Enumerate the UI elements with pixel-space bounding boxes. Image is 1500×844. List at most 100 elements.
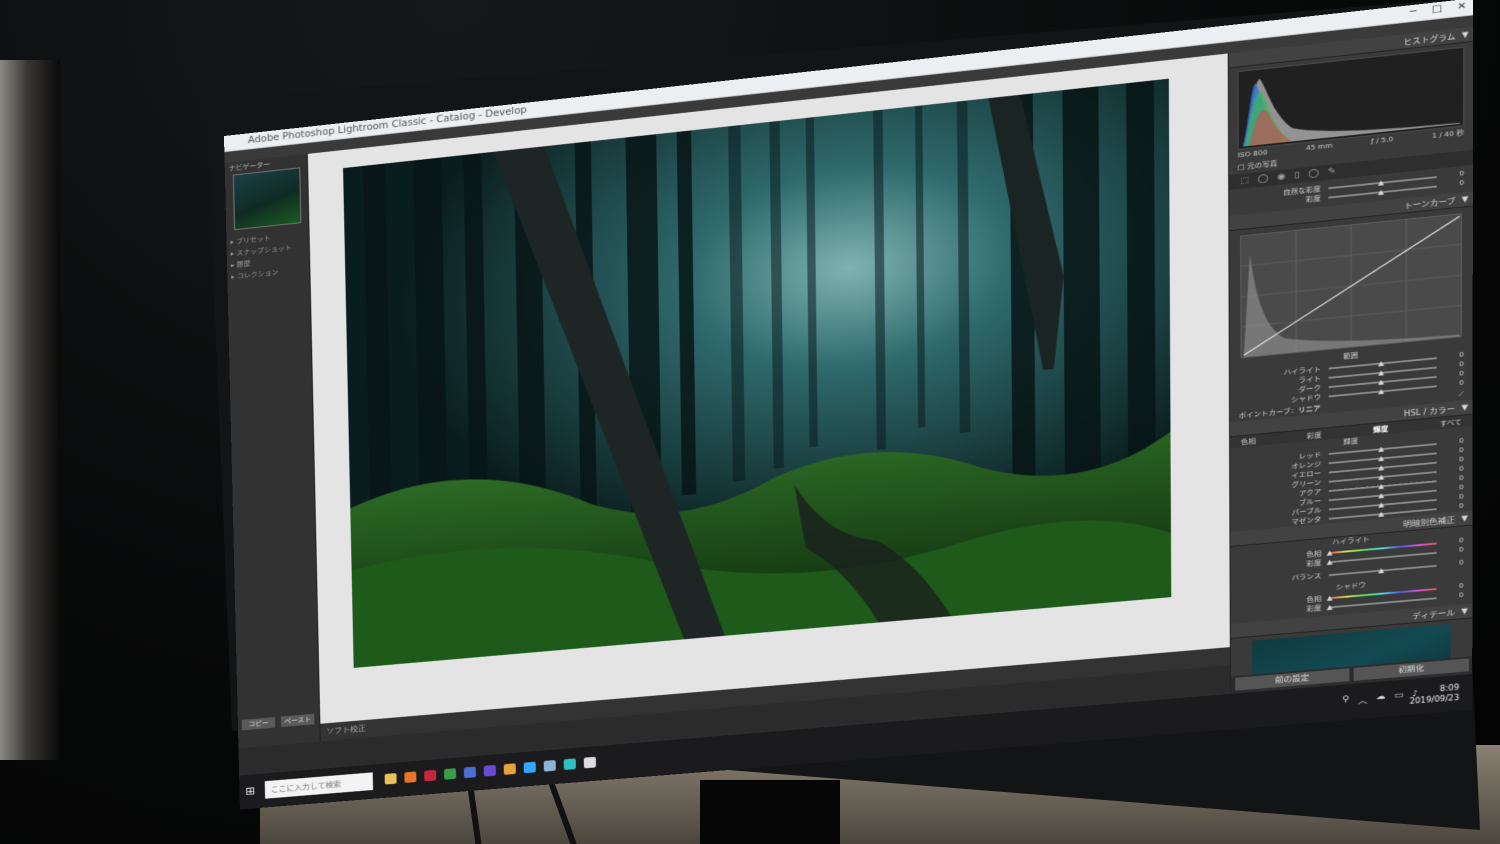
slider-value[interactable]: 0 (1459, 537, 1464, 545)
hsl-title: HSL / カラー (1403, 405, 1456, 419)
slider-knob[interactable]: ▲ (1378, 378, 1384, 386)
tone-curve-graph[interactable] (1240, 213, 1462, 359)
soft-proof-label[interactable]: ソフト校正 (326, 724, 366, 735)
slider-knob[interactable]: ▲ (1378, 454, 1384, 462)
slider-knob[interactable]: ▲ (1378, 445, 1384, 453)
slider-value[interactable]: 0 (1459, 474, 1464, 482)
slider-knob[interactable]: ▲ (1327, 603, 1333, 611)
collapse-triangle-icon[interactable]: ▼ (1461, 607, 1468, 616)
minimize-button[interactable]: ─ (1410, 6, 1417, 17)
person-icon[interactable]: ⚲ (1342, 695, 1349, 708)
right-panel: ヒストグラム ▼ ISO 800 45 mm ƒ / 5.0 1 / 40 秒 … (1227, 26, 1474, 693)
tab-luminance[interactable]: 輝度 (1373, 424, 1388, 434)
tab-hue[interactable]: 色相 (1241, 437, 1256, 447)
taskbar-app-icon[interactable] (543, 760, 556, 772)
slider-value[interactable]: 0 (1459, 483, 1464, 491)
aperture-value: ƒ / 5.0 (1371, 135, 1394, 146)
histogram-title: ヒストグラム (1403, 32, 1456, 47)
copy-button[interactable]: コピー (241, 717, 276, 731)
balance-label: バランス (1291, 572, 1322, 583)
slider-value[interactable]: 0 (1459, 351, 1464, 359)
network-icon[interactable]: ▭ (1394, 691, 1403, 704)
windows-start-icon[interactable]: ⊞ (245, 785, 255, 798)
slider-knob[interactable]: ▲ (1378, 482, 1384, 490)
collapse-triangle-icon[interactable]: ▼ (1462, 30, 1469, 39)
slider-knob[interactable]: ▲ (1327, 549, 1333, 557)
collapse-triangle-icon[interactable]: ▼ (1462, 195, 1469, 204)
taskbar-app-icon[interactable] (523, 761, 536, 774)
taskbar-app-icon[interactable] (384, 773, 397, 785)
taskbar-app-icon[interactable] (563, 758, 576, 771)
crop-icon[interactable]: ⬚ (1240, 176, 1249, 186)
point-curve-select[interactable]: リニア (1298, 405, 1321, 415)
focal-length: 45 mm (1305, 141, 1333, 153)
collapse-triangle-icon[interactable]: ▼ (1462, 403, 1469, 412)
slider-value[interactable]: 0 (1459, 502, 1464, 510)
slider-knob[interactable]: ▲ (1378, 473, 1384, 481)
taskbar-app-icon[interactable] (463, 766, 477, 779)
split-toning-title: 明暗別色補正 (1403, 515, 1456, 529)
monitor-hood (0, 60, 60, 760)
taskbar-app-icon[interactable] (443, 768, 457, 780)
tab-saturation[interactable]: 彩度 (1307, 430, 1322, 440)
slider-label: 彩度 (1306, 559, 1322, 568)
slider-value[interactable]: 0 (1459, 456, 1464, 464)
slider-value[interactable]: 0 (1459, 370, 1464, 378)
slider-knob[interactable]: ▲ (1378, 510, 1384, 518)
slider-label: 彩度 (1305, 194, 1321, 204)
slider-knob[interactable]: ▲ (1378, 501, 1384, 509)
slider-knob[interactable]: ▲ (1378, 464, 1384, 472)
slider-value[interactable]: 0 (1459, 437, 1464, 445)
slider-value[interactable]: 0 (1459, 379, 1464, 387)
spot-removal-icon[interactable]: ◯ (1258, 174, 1269, 184)
slider-value[interactable]: 0 (1459, 546, 1464, 554)
navigator-thumbnail[interactable] (232, 167, 302, 231)
slider-value[interactable]: 0 (1459, 493, 1464, 501)
taskbar-app-icon[interactable] (404, 771, 417, 783)
slider-knob[interactable]: ▲ (1378, 387, 1384, 395)
edit-point-curve-icon[interactable]: ⟋ (1459, 390, 1464, 399)
slider-value[interactable]: 0 (1459, 465, 1464, 473)
close-button[interactable]: ✕ (1457, 1, 1466, 12)
slider-value[interactable]: 0 (1459, 179, 1464, 187)
taskbar-search-input[interactable]: ここに入力して検索 (264, 772, 374, 799)
tone-curve-svg (1241, 214, 1462, 357)
image-canvas[interactable] (307, 53, 1230, 724)
tab-all[interactable]: すべて (1440, 417, 1462, 428)
maximize-button[interactable]: □ (1432, 4, 1442, 16)
original-photo-label: 元の写真 (1247, 159, 1278, 171)
slider-knob[interactable]: ▲ (1378, 179, 1384, 187)
paste-button[interactable]: ペースト (280, 713, 315, 728)
slider-value[interactable]: 0 (1459, 170, 1464, 178)
taskbar-app-icon[interactable] (583, 756, 597, 769)
slider-knob[interactable]: ▲ (1378, 492, 1384, 500)
balance-value[interactable]: 0 (1459, 559, 1464, 567)
slider-knob[interactable]: ▲ (1327, 594, 1333, 602)
cloud-icon[interactable]: ☁ (1376, 692, 1386, 705)
slider-value[interactable]: 0 (1459, 360, 1464, 368)
taskbar-app-icon[interactable] (483, 764, 496, 777)
collapse-triangle-icon[interactable]: ▼ (1461, 514, 1468, 523)
slider-value[interactable]: 0 (1459, 582, 1464, 590)
slider-knob[interactable]: ▲ (1378, 188, 1384, 196)
slider-value[interactable]: 0 (1459, 591, 1464, 599)
taskbar-app-icon[interactable] (503, 763, 516, 775)
slider-knob[interactable]: ▲ (1327, 558, 1333, 566)
red-eye-icon[interactable]: ◉ (1277, 172, 1285, 182)
checkbox-icon[interactable]: □ (1238, 163, 1248, 171)
slider-knob[interactable]: ▲ (1378, 369, 1384, 377)
brush-icon[interactable]: ✎ (1328, 167, 1336, 177)
taskbar-app-icon[interactable] (424, 769, 437, 782)
slider-knob[interactable]: ▲ (1378, 359, 1384, 367)
detail-title: ディテール (1412, 608, 1455, 621)
system-tray: ⚲ ︿ ☁ ▭ ♪ (1342, 689, 1418, 707)
slider-value[interactable]: 0 (1459, 446, 1464, 454)
tone-curve-title: トーンカーブ (1404, 196, 1456, 211)
chevron-up-icon[interactable]: ︿ (1358, 694, 1368, 706)
monitor-screen: Adobe Photoshop Lightroom Classic - Cata… (224, 0, 1474, 810)
forest-photo[interactable] (343, 78, 1172, 668)
slider-knob[interactable]: ▲ (1378, 567, 1384, 575)
taskbar-clock[interactable]: 8:09 2019/09/23 (1409, 682, 1459, 706)
radial-filter-icon[interactable]: ◯ (1308, 169, 1319, 180)
graduated-filter-icon[interactable]: ▯ (1294, 171, 1299, 181)
